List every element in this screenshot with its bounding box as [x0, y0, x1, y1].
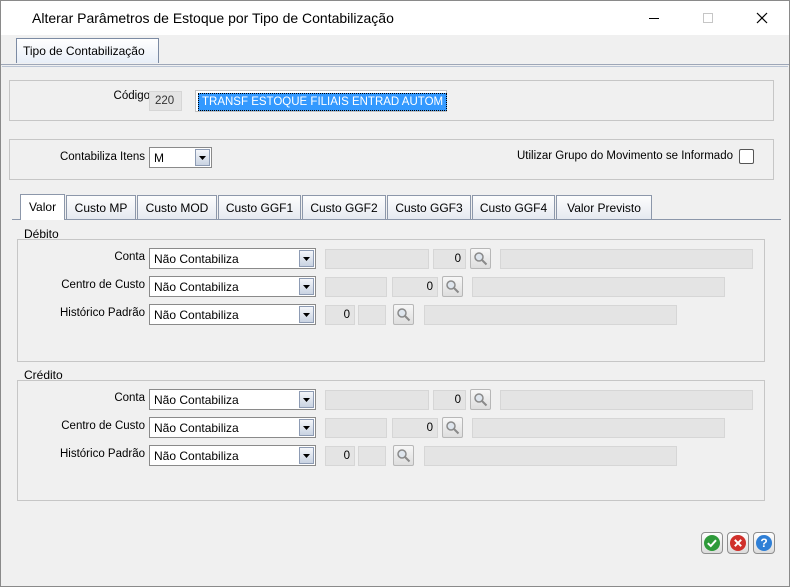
credito-conta-select-value: Não Contabiliza	[154, 392, 239, 407]
descricao-value: TRANSF ESTOQUE FILIAIS ENTRAD AUTOM	[198, 93, 448, 111]
magnifier-icon	[397, 308, 411, 322]
utilizar-grupo-checkbox[interactable]	[739, 149, 754, 164]
window-title: Alterar Parâmetros de Estoque por Tipo d…	[32, 10, 394, 26]
debito-conta-code-field	[325, 249, 429, 269]
dialog-window: Alterar Parâmetros de Estoque por Tipo d…	[0, 0, 790, 587]
close-button[interactable]	[739, 1, 785, 35]
confirm-button[interactable]	[701, 532, 723, 554]
credito-conta-code-field	[325, 390, 429, 410]
subtab-custo-mp[interactable]: Custo MP	[66, 195, 136, 219]
debito-centro-label: Centro de Custo	[61, 279, 145, 291]
debito-historico-code-field	[358, 305, 386, 325]
options-panel: Contabiliza Itens M Utilizar Grupo do Mo…	[9, 139, 774, 180]
minimize-icon	[649, 18, 659, 19]
help-button[interactable]: ?	[753, 532, 775, 554]
codigo-label: Código	[113, 90, 150, 102]
debito-centro-select-value: Não Contabiliza	[154, 279, 239, 294]
debito-conta-select[interactable]: Não Contabiliza	[149, 248, 316, 269]
tab-content: Código 220 TRANSF ESTOQUE FILIAIS ENTRAD…	[2, 66, 788, 586]
debito-historico-desc-field	[424, 305, 677, 325]
debito-historico-select-value: Não Contabiliza	[154, 307, 239, 322]
magnifier-icon	[446, 421, 460, 435]
question-circle-icon: ?	[756, 535, 772, 551]
credito-centro-desc-field	[472, 418, 725, 438]
credito-historico-label: Histórico Padrão	[59, 448, 145, 460]
credito-centro-select-value: Não Contabiliza	[154, 420, 239, 435]
credito-historico-select[interactable]: Não Contabiliza	[149, 445, 316, 466]
close-icon	[756, 12, 768, 24]
debito-panel: Conta Não Contabiliza 0 Centro de Custo …	[17, 239, 765, 362]
cancel-button[interactable]	[727, 532, 749, 554]
descricao-field[interactable]: TRANSF ESTOQUE FILIAIS ENTRAD AUTOM	[195, 90, 448, 112]
debito-conta-desc-field	[500, 249, 753, 269]
credito-historico-num-field: 0	[325, 446, 355, 466]
magnifier-icon	[474, 252, 488, 266]
subtab-custo-ggf2[interactable]: Custo GGF2	[302, 195, 386, 219]
subtab-valor[interactable]: Valor	[20, 194, 65, 220]
subtab-custo-mod[interactable]: Custo MOD	[137, 195, 217, 219]
chevron-down-icon	[299, 447, 314, 464]
debito-conta-label: Conta	[114, 251, 145, 263]
credito-historico-lookup-button[interactable]	[393, 445, 414, 466]
header-panel: Código 220 TRANSF ESTOQUE FILIAIS ENTRAD…	[9, 80, 774, 121]
credito-conta-num-field: 0	[433, 390, 466, 410]
credito-historico-desc-field	[424, 446, 677, 466]
check-circle-icon	[704, 535, 720, 551]
debito-conta-lookup-button[interactable]	[470, 248, 491, 269]
subtab-custo-ggf1[interactable]: Custo GGF1	[218, 195, 301, 219]
chevron-down-icon	[299, 306, 314, 323]
credito-centro-select[interactable]: Não Contabiliza	[149, 417, 316, 438]
contabiliza-itens-value: M	[154, 150, 164, 165]
subtab-custo-ggf4[interactable]: Custo GGF4	[472, 195, 555, 219]
subtab-custo-ggf3[interactable]: Custo GGF3	[387, 195, 471, 219]
svg-text:?: ?	[760, 536, 767, 550]
debito-centro-num-field: 0	[392, 277, 438, 297]
magnifier-icon	[474, 393, 488, 407]
subtab-valor-previsto[interactable]: Valor Previsto	[556, 195, 652, 219]
credito-centro-label: Centro de Custo	[61, 420, 145, 432]
chevron-down-icon	[195, 149, 210, 166]
debito-centro-select[interactable]: Não Contabiliza	[149, 276, 316, 297]
magnifier-icon	[446, 280, 460, 294]
chevron-down-icon	[299, 278, 314, 295]
credito-conta-label: Conta	[114, 392, 145, 404]
debito-historico-select[interactable]: Não Contabiliza	[149, 304, 316, 325]
maximize-icon	[703, 13, 713, 23]
credito-centro-num-field: 0	[392, 418, 438, 438]
subtab-divider	[12, 219, 781, 220]
contabiliza-itens-label: Contabiliza Itens	[59, 151, 145, 163]
credito-historico-select-value: Não Contabiliza	[154, 448, 239, 463]
credito-centro-code-field	[325, 418, 387, 438]
credito-conta-select[interactable]: Não Contabiliza	[149, 389, 316, 410]
x-circle-icon	[730, 535, 746, 551]
debito-historico-lookup-button[interactable]	[393, 304, 414, 325]
debito-centro-code-field	[325, 277, 387, 297]
debito-centro-desc-field	[472, 277, 725, 297]
debito-historico-label: Histórico Padrão	[59, 307, 145, 319]
debito-conta-select-value: Não Contabiliza	[154, 251, 239, 266]
title-bar: Alterar Parâmetros de Estoque por Tipo d…	[1, 1, 789, 35]
minimize-button[interactable]	[631, 1, 677, 35]
magnifier-icon	[397, 449, 411, 463]
credito-centro-lookup-button[interactable]	[442, 417, 463, 438]
chevron-down-icon	[299, 250, 314, 267]
contabiliza-itens-select[interactable]: M	[149, 147, 212, 168]
debito-centro-lookup-button[interactable]	[442, 276, 463, 297]
maximize-button[interactable]	[685, 1, 731, 35]
credito-historico-code-field	[358, 446, 386, 466]
chevron-down-icon	[299, 391, 314, 408]
codigo-field: 220	[149, 91, 182, 111]
credito-panel: Conta Não Contabiliza 0 Centro de Custo …	[17, 380, 765, 501]
chevron-down-icon	[299, 419, 314, 436]
debito-historico-num-field: 0	[325, 305, 355, 325]
utilizar-grupo-label: Utilizar Grupo do Movimento se Informado	[516, 150, 733, 162]
credito-conta-lookup-button[interactable]	[470, 389, 491, 410]
tab-tipo-contabilizacao[interactable]: Tipo de Contabilização	[16, 38, 159, 63]
credito-conta-desc-field	[500, 390, 753, 410]
debito-conta-num-field: 0	[433, 249, 466, 269]
